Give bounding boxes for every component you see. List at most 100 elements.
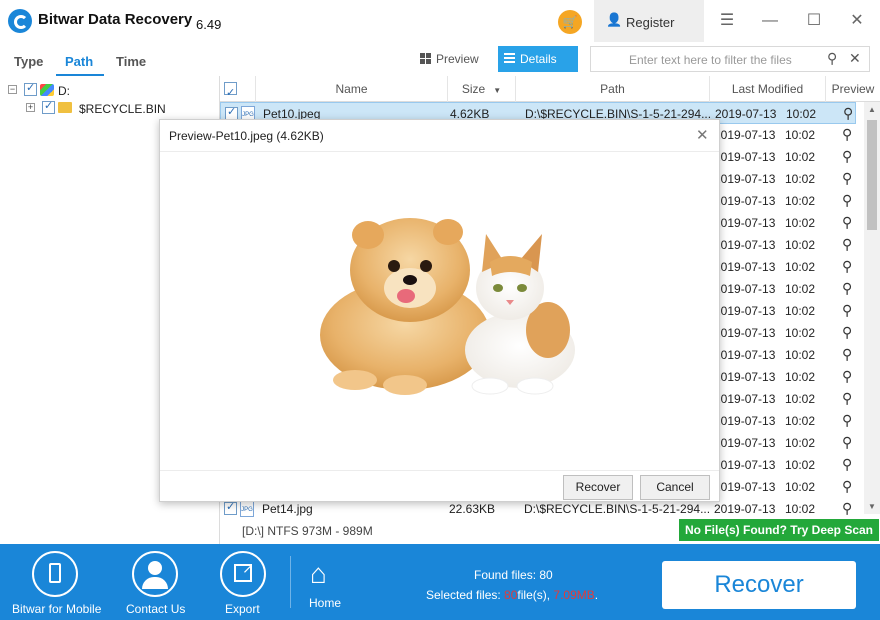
found-label: Found files: — [474, 568, 540, 582]
dialog-recover-button[interactable]: Recover — [563, 475, 633, 500]
preview-magnifier-icon[interactable]: ⚲ — [842, 412, 852, 429]
scroll-down-icon[interactable]: ▼ — [868, 502, 876, 511]
cell-time: 10:02 — [785, 238, 816, 252]
register-button[interactable]: 👤 Register — [594, 0, 704, 42]
minimize-button[interactable]: — — [757, 8, 783, 34]
select-all-cell — [220, 76, 256, 106]
column-preview[interactable]: Preview — [826, 76, 880, 102]
selected-count: 80 — [504, 588, 518, 602]
tree-item-drive[interactable]: − D: — [0, 81, 220, 99]
preview-magnifier-icon[interactable]: ⚲ — [842, 390, 852, 407]
bottom-bar: Bitwar for Mobile Contact Us ↗ Export ⌂ … — [0, 544, 880, 620]
table-header: Name Size ▼ Path Last Modified Preview — [220, 76, 880, 106]
cell-date: 2019-07-13 — [714, 150, 776, 164]
cell-date: 2019-07-13 — [714, 458, 776, 472]
tab-path[interactable]: Path — [65, 54, 93, 69]
cell-time: 10:02 — [785, 260, 816, 274]
drive-info: [D:\] NTFS 973M - 989M — [242, 524, 373, 538]
cart-icon[interactable]: 🛒 — [558, 10, 582, 34]
preview-magnifier-icon[interactable]: ⚲ — [842, 280, 852, 297]
preview-magnifier-icon[interactable]: ⚲ — [842, 236, 852, 253]
bottom-item-label: Export — [225, 602, 260, 616]
tree-item-label: D: — [58, 84, 70, 98]
cell-date: 2019-07-13 — [714, 392, 776, 406]
preview-magnifier-icon[interactable]: ⚲ — [842, 192, 852, 209]
preview-magnifier-icon[interactable]: ⚲ — [842, 434, 852, 451]
preview-magnifier-icon[interactable]: ⚲ — [842, 346, 852, 363]
bottom-item-label: Home — [309, 596, 342, 610]
export-icon: ↗ — [220, 551, 266, 597]
tree-item-label: $RECYCLE.BIN — [79, 102, 166, 116]
preview-magnifier-icon[interactable]: ⚲ — [842, 148, 852, 165]
title-bar: Bitwar Data Recovery 6.49 🛒 👤 Register ☰… — [0, 0, 880, 42]
cell-date: 2019-07-13 — [714, 216, 776, 230]
preview-magnifier-icon[interactable]: ⚲ — [842, 170, 852, 187]
app-title: Bitwar Data Recovery — [38, 11, 193, 28]
cell-time: 10:02 — [785, 172, 816, 186]
divider — [290, 556, 291, 608]
vertical-scrollbar[interactable]: ▲ ▼ — [864, 102, 880, 514]
selected-files: Selected files: 80file(s), 7.09MB. — [426, 588, 598, 602]
preview-magnifier-icon[interactable]: ⚲ — [842, 456, 852, 473]
recover-button[interactable]: Recover — [662, 561, 856, 609]
search-icon[interactable]: ⚲ — [827, 50, 837, 67]
cell-time: 10:02 — [785, 414, 816, 428]
select-all-checkbox[interactable] — [224, 80, 237, 106]
cell-time: 10:02 — [785, 348, 816, 362]
column-last-modified[interactable]: Last Modified — [710, 76, 826, 102]
deep-scan-link[interactable]: No File(s) Found? Try Deep Scan — [679, 519, 879, 541]
dialog-cancel-button[interactable]: Cancel — [640, 475, 710, 500]
cell-time: 10:02 — [785, 370, 816, 384]
preview-view-button[interactable]: Preview — [414, 46, 494, 72]
cell-time: 10:02 — [785, 436, 816, 450]
expand-icon[interactable]: + — [26, 103, 35, 112]
preview-magnifier-icon[interactable]: ⚲ — [842, 258, 852, 275]
register-label: Register — [626, 15, 675, 30]
preview-magnifier-icon[interactable]: ⚲ — [842, 214, 852, 231]
scroll-up-icon[interactable]: ▲ — [868, 105, 876, 114]
close-icon[interactable]: ✕ — [696, 126, 709, 144]
preview-magnifier-icon[interactable]: ⚲ — [842, 478, 852, 495]
filter-placeholder: Enter text here to filter the files — [629, 53, 792, 67]
cell-date: 2019-07-13 — [714, 414, 776, 428]
cell-date: 2019-07-13 — [714, 128, 776, 142]
tree-item-recycle-bin[interactable]: + $RECYCLE.BIN — [0, 99, 220, 117]
preview-magnifier-icon[interactable]: ⚲ — [842, 324, 852, 341]
cell-date: 2019-07-13 — [714, 326, 776, 340]
preview-magnifier-icon[interactable]: ⚲ — [842, 126, 852, 143]
divider — [160, 151, 719, 152]
tab-time[interactable]: Time — [116, 54, 146, 69]
sort-desc-icon: ▼ — [493, 86, 502, 95]
cell-date: 2019-07-13 — [714, 480, 776, 494]
home-icon: ⌂ — [310, 558, 327, 589]
drive-checkbox[interactable] — [24, 81, 37, 96]
scroll-thumb[interactable] — [867, 120, 877, 230]
divider — [160, 470, 719, 471]
cell-time: 10:02 — [785, 304, 816, 318]
cell-time: 10:02 — [785, 326, 816, 340]
preview-magnifier-icon[interactable]: ⚲ — [842, 368, 852, 385]
column-size[interactable]: Size ▼ — [448, 76, 516, 102]
menu-icon[interactable]: ☰ — [714, 8, 740, 34]
column-name[interactable]: Name — [256, 76, 448, 102]
cell-date: 2019-07-13 — [714, 194, 776, 208]
close-window-button[interactable]: ✕ — [844, 8, 870, 34]
maximize-button[interactable]: ☐ — [801, 8, 827, 34]
preview-magnifier-icon[interactable]: ⚲ — [843, 105, 853, 122]
details-view-button[interactable]: Details — [498, 46, 578, 72]
clear-filter-icon[interactable]: ✕ — [849, 50, 861, 67]
list-icon — [504, 53, 515, 64]
preview-image — [320, 218, 575, 395]
bottom-item-label: Bitwar for Mobile — [12, 602, 102, 616]
recycle-bin-checkbox[interactable] — [42, 99, 55, 114]
preview-magnifier-icon[interactable]: ⚲ — [842, 302, 852, 319]
cell-date: 2019-07-13 — [714, 282, 776, 296]
tab-type[interactable]: Type — [14, 54, 43, 69]
column-path[interactable]: Path — [516, 76, 710, 102]
cell-time: 10:02 — [785, 392, 816, 406]
preview-dialog: Preview-Pet10.jpeg (4.62KB) ✕ Recover Ca… — [159, 119, 720, 502]
cell-time: 10:02 — [785, 282, 816, 296]
cell-time: 10:02 — [785, 216, 816, 230]
collapse-icon[interactable]: − — [8, 85, 17, 94]
filter-input[interactable]: Enter text here to filter the files ⚲ ✕ — [590, 46, 870, 72]
